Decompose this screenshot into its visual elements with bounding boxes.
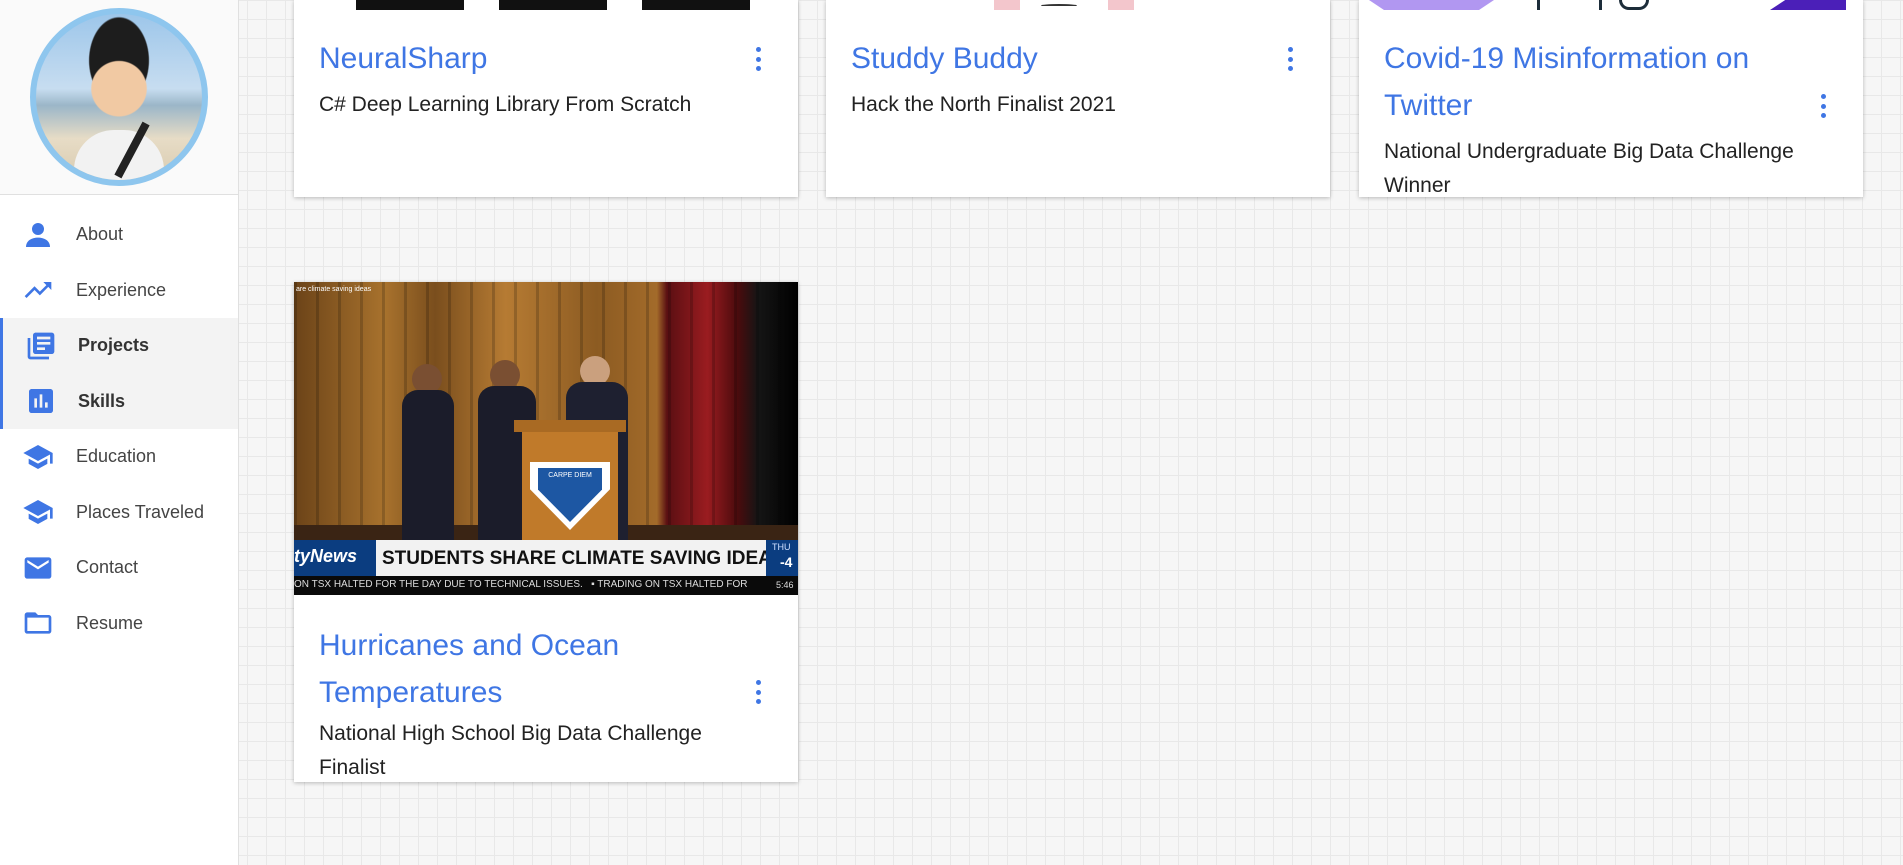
sidebar-item-label: Contact bbox=[76, 557, 139, 578]
sidebar-item-contact[interactable]: Contact bbox=[0, 540, 238, 596]
card-title[interactable]: Hurricanes and Ocean Temperatures bbox=[319, 622, 699, 716]
card-title[interactable]: Covid-19 Misinformation on Twitter bbox=[1384, 35, 1784, 129]
sidebar-item-label: Education bbox=[76, 446, 157, 467]
news-temp: -4 bbox=[780, 554, 793, 570]
crest-motto: CARPE DIEM bbox=[548, 472, 592, 479]
sidebar-item-education[interactable]: Education bbox=[0, 429, 238, 485]
person-icon bbox=[20, 217, 56, 253]
project-card[interactable]: are climate saving ideas CARPE DIEM tyNe… bbox=[294, 282, 798, 782]
sidebar-item-experience[interactable]: Experience bbox=[0, 263, 238, 319]
avatar bbox=[30, 8, 208, 186]
mail-icon bbox=[20, 550, 56, 586]
sidebar-item-label: Skills bbox=[78, 390, 126, 411]
school-icon bbox=[20, 439, 56, 475]
sidebar-item-projects[interactable]: Projects bbox=[0, 318, 238, 374]
project-card[interactable]: NeuralSharp C# Deep Learning Library Fro… bbox=[294, 0, 798, 197]
news-day: THU bbox=[772, 542, 791, 552]
card-subtitle: National High School Big Data Challenge … bbox=[319, 722, 702, 779]
sidebar-item-resume[interactable]: Resume bbox=[0, 596, 238, 652]
more-vert-icon[interactable] bbox=[753, 680, 763, 704]
more-vert-icon[interactable] bbox=[1818, 94, 1828, 118]
sidebar-item-places-traveled[interactable]: Places Traveled bbox=[0, 485, 238, 541]
news-logo: tyNews bbox=[294, 546, 358, 566]
project-card[interactable]: Studdy Buddy Hack the North Finalist 202… bbox=[826, 0, 1330, 197]
projects-list-icon bbox=[23, 328, 59, 364]
project-card[interactable]: Covid-19 Misinformation on Twitter Natio… bbox=[1359, 0, 1863, 197]
sidebar-nav: About Experience Projects Skills Educati… bbox=[0, 195, 238, 651]
school-icon bbox=[20, 494, 56, 530]
project-image bbox=[826, 0, 1330, 10]
project-image: are climate saving ideas CARPE DIEM tyNe… bbox=[294, 282, 798, 595]
sidebar-item-label: Projects bbox=[78, 335, 150, 356]
bar-chart-icon bbox=[23, 383, 59, 419]
news-headline: STUDENTS SHARE CLIMATE SAVING IDEAS bbox=[382, 548, 785, 569]
news-time: 5:46 bbox=[776, 580, 794, 590]
sidebar-item-label: Experience bbox=[76, 279, 167, 300]
card-title[interactable]: Studdy Buddy bbox=[851, 35, 1038, 82]
project-image bbox=[1359, 0, 1863, 10]
sidebar-item-label: About bbox=[76, 224, 124, 245]
more-vert-icon[interactable] bbox=[753, 47, 763, 71]
sidebar-item-about[interactable]: About bbox=[0, 207, 238, 263]
more-vert-icon[interactable] bbox=[1285, 47, 1295, 71]
sidebar: About Experience Projects Skills Educati… bbox=[0, 0, 239, 865]
card-subtitle: C# Deep Learning Library From Scratch bbox=[319, 93, 692, 116]
sidebar-item-label: Resume bbox=[76, 612, 144, 633]
profile-header bbox=[0, 0, 238, 195]
trending-up-icon bbox=[20, 272, 56, 308]
card-subtitle: National Undergraduate Big Data Challeng… bbox=[1384, 140, 1794, 197]
news-ticker: ON TSX HALTED FOR THE DAY DUE TO TECHNIC… bbox=[294, 579, 748, 590]
project-image bbox=[294, 0, 798, 10]
sidebar-item-skills[interactable]: Skills bbox=[0, 373, 238, 429]
sidebar-item-label: Places Traveled bbox=[76, 501, 205, 522]
card-subtitle: Hack the North Finalist 2021 bbox=[851, 93, 1116, 116]
folder-icon bbox=[20, 605, 56, 641]
news-top-caption: are climate saving ideas bbox=[296, 286, 372, 293]
card-title[interactable]: NeuralSharp bbox=[319, 35, 487, 82]
